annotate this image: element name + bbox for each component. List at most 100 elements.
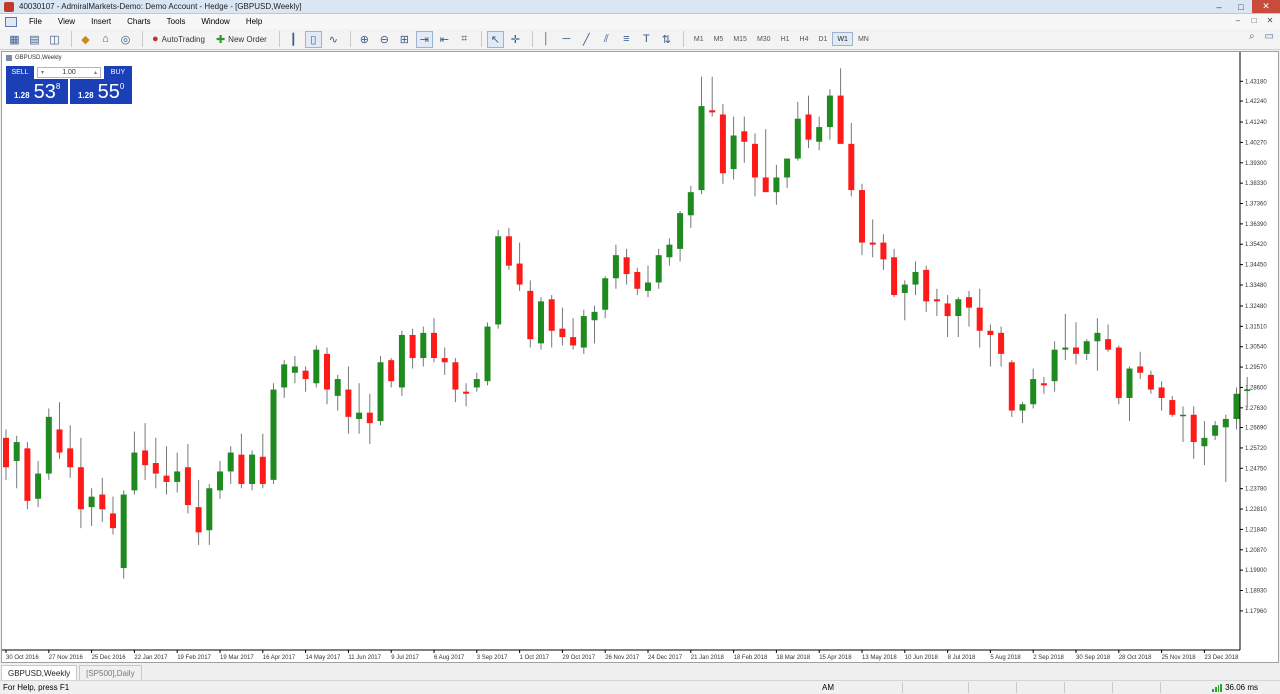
time-tick-label: 23 Dec 2018 (1204, 655, 1239, 661)
minimize-button[interactable]: – (1208, 0, 1230, 13)
timeframe-m1[interactable]: M1 (689, 32, 709, 46)
candle-bull (131, 452, 138, 491)
mdi-restore-button[interactable]: □ (1248, 15, 1260, 26)
connection-status[interactable]: 36.06 ms (1212, 683, 1258, 692)
bar-chart-icon: ┃ (290, 33, 297, 46)
candlestick-icon: ▯ (310, 33, 317, 46)
timeframe-d1[interactable]: D1 (813, 32, 832, 46)
tile-windows-button[interactable]: ⊞ (396, 31, 413, 48)
timeframe-mn[interactable]: MN (853, 32, 874, 46)
price-tick-label: 1.35420 (1245, 242, 1267, 248)
tab-sp500-daily[interactable]: [SP500],Daily (79, 665, 142, 680)
buy-price-box[interactable]: 1.28 55 0 (70, 79, 132, 104)
market-watch-button[interactable]: ◫ (46, 31, 63, 48)
line-chart-button[interactable]: ∿ (325, 31, 342, 48)
menu-help[interactable]: Help (238, 17, 270, 26)
timeframe-w1[interactable]: W1 (832, 32, 853, 46)
close-button[interactable]: ✕ (1252, 0, 1280, 13)
candle-bear (998, 332, 1005, 354)
lot-size-value: 1.00 (62, 69, 76, 76)
candle-bear (976, 307, 983, 331)
chart-shift-button[interactable]: ⇤ (436, 31, 453, 48)
strategy-tester-button[interactable]: ◎ (117, 31, 134, 48)
lot-decrease-icon[interactable]: ▾ (38, 69, 47, 76)
line-chart-icon: ∿ (328, 33, 338, 46)
candle-bear (944, 303, 951, 317)
bar-chart-button[interactable]: ┃ (285, 31, 302, 48)
candle-bear (184, 467, 191, 506)
price-tick-label: 1.43180 (1245, 79, 1267, 85)
mdi-close-button[interactable]: ✕ (1264, 15, 1276, 26)
timeframe-h1[interactable]: H1 (776, 32, 795, 46)
candle-bear (548, 299, 555, 331)
terminal-icon: ⌂ (102, 33, 109, 45)
trendline-button[interactable]: ╱ (578, 31, 595, 48)
horizontal-line-button[interactable]: ─ (558, 31, 575, 48)
zoom-in-button[interactable]: ⊕ (356, 31, 373, 48)
new-order-button[interactable]: ✚ New Order (212, 31, 271, 48)
profiles-button[interactable]: ▤ (26, 31, 43, 48)
menu-insert[interactable]: Insert (83, 17, 119, 26)
chat-icon[interactable]: ▭ (1265, 31, 1274, 42)
equidistant-channel-button[interactable]: ⫽ (598, 31, 615, 48)
lot-increase-icon[interactable]: ▴ (91, 69, 100, 76)
tab-gbpusd-weekly[interactable]: GBPUSD,Weekly (1, 665, 78, 680)
lot-size-input[interactable]: ▾ 1.00 ▴ (37, 67, 101, 78)
strategy-tester-icon: ◎ (120, 33, 131, 46)
sell-price-box[interactable]: 1.28 53 8 (6, 79, 68, 104)
timeframe-m30[interactable]: M30 (752, 32, 776, 46)
autotrading-button[interactable]: ● AutoTrading (148, 31, 209, 48)
time-tick-label: 15 Apr 2018 (819, 655, 852, 661)
terminal-button[interactable]: ⌂ (97, 31, 114, 48)
chart-window[interactable]: 1.43180 1.42240 1.41240 1.40270 1.39300 1.383… (1, 51, 1279, 663)
status-profile: AM (822, 683, 834, 692)
indicators-button[interactable]: ⌗ (456, 31, 473, 48)
market-watch-icon: ◫ (49, 33, 60, 46)
maximize-button[interactable]: □ (1230, 0, 1252, 13)
mdi-minimize-button[interactable]: – (1232, 15, 1244, 26)
menu-file[interactable]: File (21, 17, 50, 26)
buy-button[interactable]: BUY (104, 66, 132, 79)
candle-bull (206, 488, 213, 531)
zoom-out-button[interactable]: ⊖ (376, 31, 393, 48)
text-tool-button[interactable]: T (638, 31, 655, 48)
candle-bull (698, 106, 705, 191)
timeframe-m15[interactable]: M15 (728, 32, 752, 46)
candlestick-chart[interactable]: 1.43180 1.42240 1.41240 1.40270 1.39300 1.383… (2, 52, 1278, 662)
fibonacci-button[interactable]: ≡ (618, 31, 635, 48)
candle-bull (1180, 414, 1186, 417)
time-tick-label: 25 Nov 2018 (1162, 655, 1197, 661)
menu-view[interactable]: View (50, 17, 83, 26)
price-tick-label: 1.32480 (1245, 304, 1267, 310)
menu-charts[interactable]: Charts (119, 17, 159, 26)
crosshair-tool-button[interactable]: ✛ (507, 31, 524, 48)
channel-icon: ⫽ (603, 32, 609, 45)
chart-tabs: GBPUSD,Weekly [SP500],Daily (1, 664, 1279, 680)
chart-window-icon[interactable] (5, 16, 17, 27)
search-icon[interactable]: ⌕ (1249, 31, 1255, 42)
timeframe-m5[interactable]: M5 (709, 32, 729, 46)
price-tick-label: 1.34450 (1245, 263, 1267, 269)
vertical-line-button[interactable]: │ (538, 31, 555, 48)
candlestick-chart-button[interactable]: ▯ (304, 30, 322, 48)
menu-window[interactable]: Window (193, 17, 237, 26)
new-chart-button[interactable]: ▦ (6, 31, 23, 48)
navigator-button[interactable]: ◆ (77, 31, 94, 48)
timeframe-h4[interactable]: H4 (795, 32, 814, 46)
cursor-tool-button[interactable]: ↖ (486, 30, 504, 48)
time-tick-label: 10 Jun 2018 (905, 655, 939, 661)
candle-bull (13, 442, 20, 461)
time-tick-label: 28 Oct 2018 (1119, 655, 1152, 661)
price-tick-label: 1.25720 (1245, 446, 1267, 452)
candle-bear (741, 131, 748, 142)
candle-bear (933, 299, 940, 302)
candle-bull (901, 284, 908, 293)
candle-bear (516, 263, 523, 285)
menu-tools[interactable]: Tools (159, 17, 194, 26)
price-tick-label: 1.26690 (1245, 426, 1267, 432)
auto-scroll-button[interactable]: ⇥ (415, 30, 433, 48)
arrows-tool-button[interactable]: ⇅ (658, 31, 675, 48)
time-tick-label: 11 Jun 2017 (348, 655, 381, 661)
sell-button[interactable]: SELL (6, 66, 34, 79)
time-tick-label: 14 May 2017 (306, 655, 341, 661)
